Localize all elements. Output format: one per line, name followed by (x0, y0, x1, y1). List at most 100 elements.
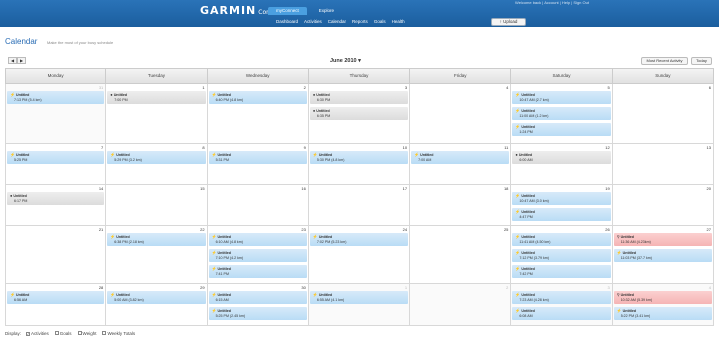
calendar-event[interactable]: ⚡Untitled 7:00 AM (411, 151, 510, 164)
calendar-event[interactable]: ⚡Untitled 11:03 PM (37.7 km) (613, 249, 712, 262)
calendar-event[interactable]: ⚡Untitled 6:15 AM (208, 291, 307, 304)
event-time: 11:03 PM (37.7 km) (620, 256, 652, 260)
calendar-event[interactable]: ●Untitled 6:30 PM (309, 91, 409, 104)
calendar-event[interactable]: ⚡Untitled 7:41 PM (208, 265, 307, 278)
calendar-event[interactable]: ●Untitled 7:00 PM (107, 91, 206, 104)
calendar-day[interactable]: 29 ⚡Untitled 5:00 AM (3.82 km) (106, 284, 208, 326)
checkbox[interactable] (54, 331, 59, 335)
calendar-event[interactable]: ⚡Untitled 6:10 AM (4.8 km) (208, 233, 307, 246)
tab-myconnect[interactable]: myConnect (268, 7, 307, 15)
display-option-activities[interactable]: ✓Activities (26, 331, 49, 336)
subnav-calendar[interactable]: Calendar (328, 18, 346, 26)
calendar-day[interactable]: 19 ⚡Untitled 10:47 AM (3.0 km) ⚡Untitled 4:4… (511, 185, 613, 226)
running-icon: ⚡ (515, 92, 521, 97)
calendar-day[interactable]: 1 ⚡Untitled 6:55 AM (4.1 km) (308, 284, 411, 326)
calendar-day[interactable]: 8 ⚡Untitled 5:29 PM (3.2 km) (106, 144, 208, 185)
calendar-day[interactable]: 17 (308, 185, 411, 226)
previous-month-button[interactable]: ◀ (8, 57, 17, 64)
display-option-weekly-totals[interactable]: Weekly Totals (102, 331, 135, 336)
calendar-event[interactable]: ⚡Untitled 6:40 PM (4.8 km) (208, 91, 307, 104)
calendar-event[interactable]: ⚡Untitled 7:02 PM (5.23 km) (309, 233, 409, 246)
calendar-day[interactable]: 26 ⚡Untitled 11:41 AM (4.50 km) ⚡Untitled 7:… (511, 226, 613, 284)
calendar-weeks: 31 ⚡Untitled 7:13 PM (5.4 km) 1 ●Untitled 7:0… (5, 84, 714, 326)
display-option-goals[interactable]: Goals (54, 331, 72, 336)
upload-button[interactable]: ↑ Upload (491, 18, 526, 26)
checkbox[interactable] (102, 331, 107, 335)
subnav-reports[interactable]: Reports (352, 18, 368, 26)
calendar-event[interactable]: ⚡Untitled 4:47 PM (512, 208, 611, 221)
calendar-event[interactable]: ⚡Untitled 6:38 PM (2.18 km) (107, 233, 206, 246)
tab-explore[interactable]: Explore (311, 7, 342, 15)
calendar-day[interactable]: 3 ⚡Untitled 7:23 AM (4.28 km) ⚡Untitled 6:08… (511, 284, 613, 326)
calendar-day[interactable]: 20 (612, 185, 714, 226)
calendar-event[interactable]: ⚡Untitled 5:00 AM (3.82 km) (107, 291, 206, 304)
most-recent-activity-button[interactable]: Most Recent Activity (641, 57, 688, 65)
calendar-day[interactable]: 28 ⚡Untitled 6:56 AM (5, 284, 107, 326)
calendar-event[interactable]: ⚲Untitled 11:36 AM (4.23km) (613, 233, 712, 246)
calendar-event[interactable]: ⚡Untitled 7:12 PM (3.79 km) (512, 249, 611, 262)
calendar-event[interactable]: ⚡Untitled 10:47 AM (2.7 km) (512, 91, 611, 104)
calendar-event[interactable]: ⚡Untitled 11:41 AM (4.50 km) (512, 233, 611, 246)
calendar-event[interactable]: ●Untitled 6:17 PM (7, 192, 105, 205)
account-links[interactable]: Welcome back | Account | Help | Sign Out (515, 0, 589, 5)
calendar-event[interactable]: ⚡Untitled 10:47 AM (3.0 km) (512, 192, 611, 205)
calendar-event[interactable]: ⚲Untitled 10:32 AM (5.39 km) (613, 291, 712, 304)
calendar-event[interactable]: ⚡Untitled 5:25 PM (2.45 km) (208, 307, 307, 320)
subnav-dashboard[interactable]: Dashboard (276, 18, 298, 26)
calendar-event[interactable]: ⚡Untitled 5:25 PM (7, 151, 105, 164)
calendar-day[interactable]: 3 ●Untitled 6:30 PM ●Untitled 6:35 PM (308, 84, 411, 144)
today-button[interactable]: Today (691, 57, 712, 65)
subnav-activities[interactable]: Activities (304, 18, 322, 26)
event-title: Untitled (318, 235, 333, 239)
calendar-day[interactable]: 13 (612, 144, 714, 185)
calendar-day[interactable]: 23 ⚡Untitled 6:10 AM (4.8 km) ⚡Untitled 7:10… (207, 226, 309, 284)
calendar-day[interactable]: 21 (5, 226, 107, 284)
calendar-day[interactable]: 31 ⚡Untitled 7:13 PM (5.4 km) (5, 84, 107, 144)
calendar-event[interactable]: ⚡Untitled 6:55 AM (4.1 km) (309, 291, 409, 304)
day-number: 16 (301, 186, 306, 191)
calendar-day[interactable]: 2 ⚡Untitled 6:40 PM (4.8 km) (207, 84, 309, 144)
calendar-day[interactable]: 1 ●Untitled 7:00 PM (106, 84, 208, 144)
day-number: 12 (605, 145, 610, 150)
calendar-event[interactable]: ⚡Untitled 7:42 PM (512, 265, 611, 278)
calendar-event[interactable]: ⚡Untitled 7:23 AM (4.28 km) (512, 291, 611, 304)
calendar-event[interactable]: ⚡Untitled 5:29 PM (3.2 km) (107, 151, 206, 164)
calendar-event[interactable]: ⚡Untitled 11:00 AM (1.2 km) (512, 107, 611, 120)
calendar-event[interactable]: ⚡Untitled 5:30 PM (4.8 km) (309, 151, 409, 164)
calendar-day[interactable]: 27 ⚲Untitled 11:36 AM (4.23km) ⚡Untitled 11:… (612, 226, 714, 284)
calendar-day[interactable]: 18 (410, 185, 512, 226)
calendar-day[interactable]: 9 ⚡Untitled 5:31 PM (207, 144, 309, 185)
calendar-day[interactable]: 30 ⚡Untitled 6:15 AM ⚡Untitled 5:25 PM (2.45… (207, 284, 309, 326)
calendar-event[interactable]: ⚡Untitled 5:22 PM (3.41 km) (613, 307, 712, 320)
calendar-day[interactable]: 4 (410, 84, 512, 144)
calendar-day[interactable]: 6 (612, 84, 714, 144)
calendar-day[interactable]: 10 ⚡Untitled 5:30 PM (4.8 km) (308, 144, 411, 185)
checkbox[interactable] (77, 331, 82, 335)
calendar-day[interactable]: 2 (410, 284, 512, 326)
calendar-day[interactable]: 11 ⚡Untitled 7:00 AM (410, 144, 512, 185)
calendar-day[interactable]: 4 ⚲Untitled 10:32 AM (5.39 km) ⚡Untitled 5:2… (612, 284, 714, 326)
calendar-day[interactable]: 15 (106, 185, 208, 226)
calendar-day[interactable]: 16 (207, 185, 309, 226)
calendar-event[interactable]: ⚡Untitled 1:24 PM (512, 123, 611, 136)
calendar-event[interactable]: ●Untitled 6:35 PM (309, 107, 409, 120)
calendar-event[interactable]: ⚡Untitled 5:31 PM (208, 151, 307, 164)
next-month-button[interactable]: ▶ (17, 57, 26, 64)
calendar-day[interactable]: 7 ⚡Untitled 5:25 PM (5, 144, 107, 185)
calendar-event[interactable]: ⚡Untitled 7:13 PM (5.4 km) (7, 91, 105, 104)
checkbox[interactable]: ✓ (26, 332, 31, 336)
calendar-day[interactable]: 24 ⚡Untitled 7:02 PM (5.23 km) (308, 226, 411, 284)
calendar-day[interactable]: 25 (410, 226, 512, 284)
calendar-event[interactable]: ⚡Untitled 6:08 AM (512, 307, 611, 320)
subnav-goals[interactable]: Goals (374, 18, 386, 26)
calendar-day[interactable]: 5 ⚡Untitled 10:47 AM (2.7 km) ⚡Untitled 11:0… (511, 84, 613, 144)
month-selector[interactable]: June 2010 ▾ (330, 58, 361, 64)
subnav-health[interactable]: Health (392, 18, 405, 26)
display-option-weight[interactable]: Weight (77, 331, 96, 336)
calendar-day[interactable]: 14 ●Untitled 6:17 PM (5, 185, 107, 226)
calendar-event[interactable]: ●Untitled 6:00 AM (512, 151, 611, 164)
calendar-event[interactable]: ⚡Untitled 6:56 AM (7, 291, 105, 304)
calendar-day[interactable]: 22 ⚡Untitled 6:38 PM (2.18 km) (106, 226, 208, 284)
calendar-day[interactable]: 12 ●Untitled 6:00 AM (511, 144, 613, 185)
calendar-event[interactable]: ⚡Untitled 7:10 PM (4.2 km) (208, 249, 307, 262)
